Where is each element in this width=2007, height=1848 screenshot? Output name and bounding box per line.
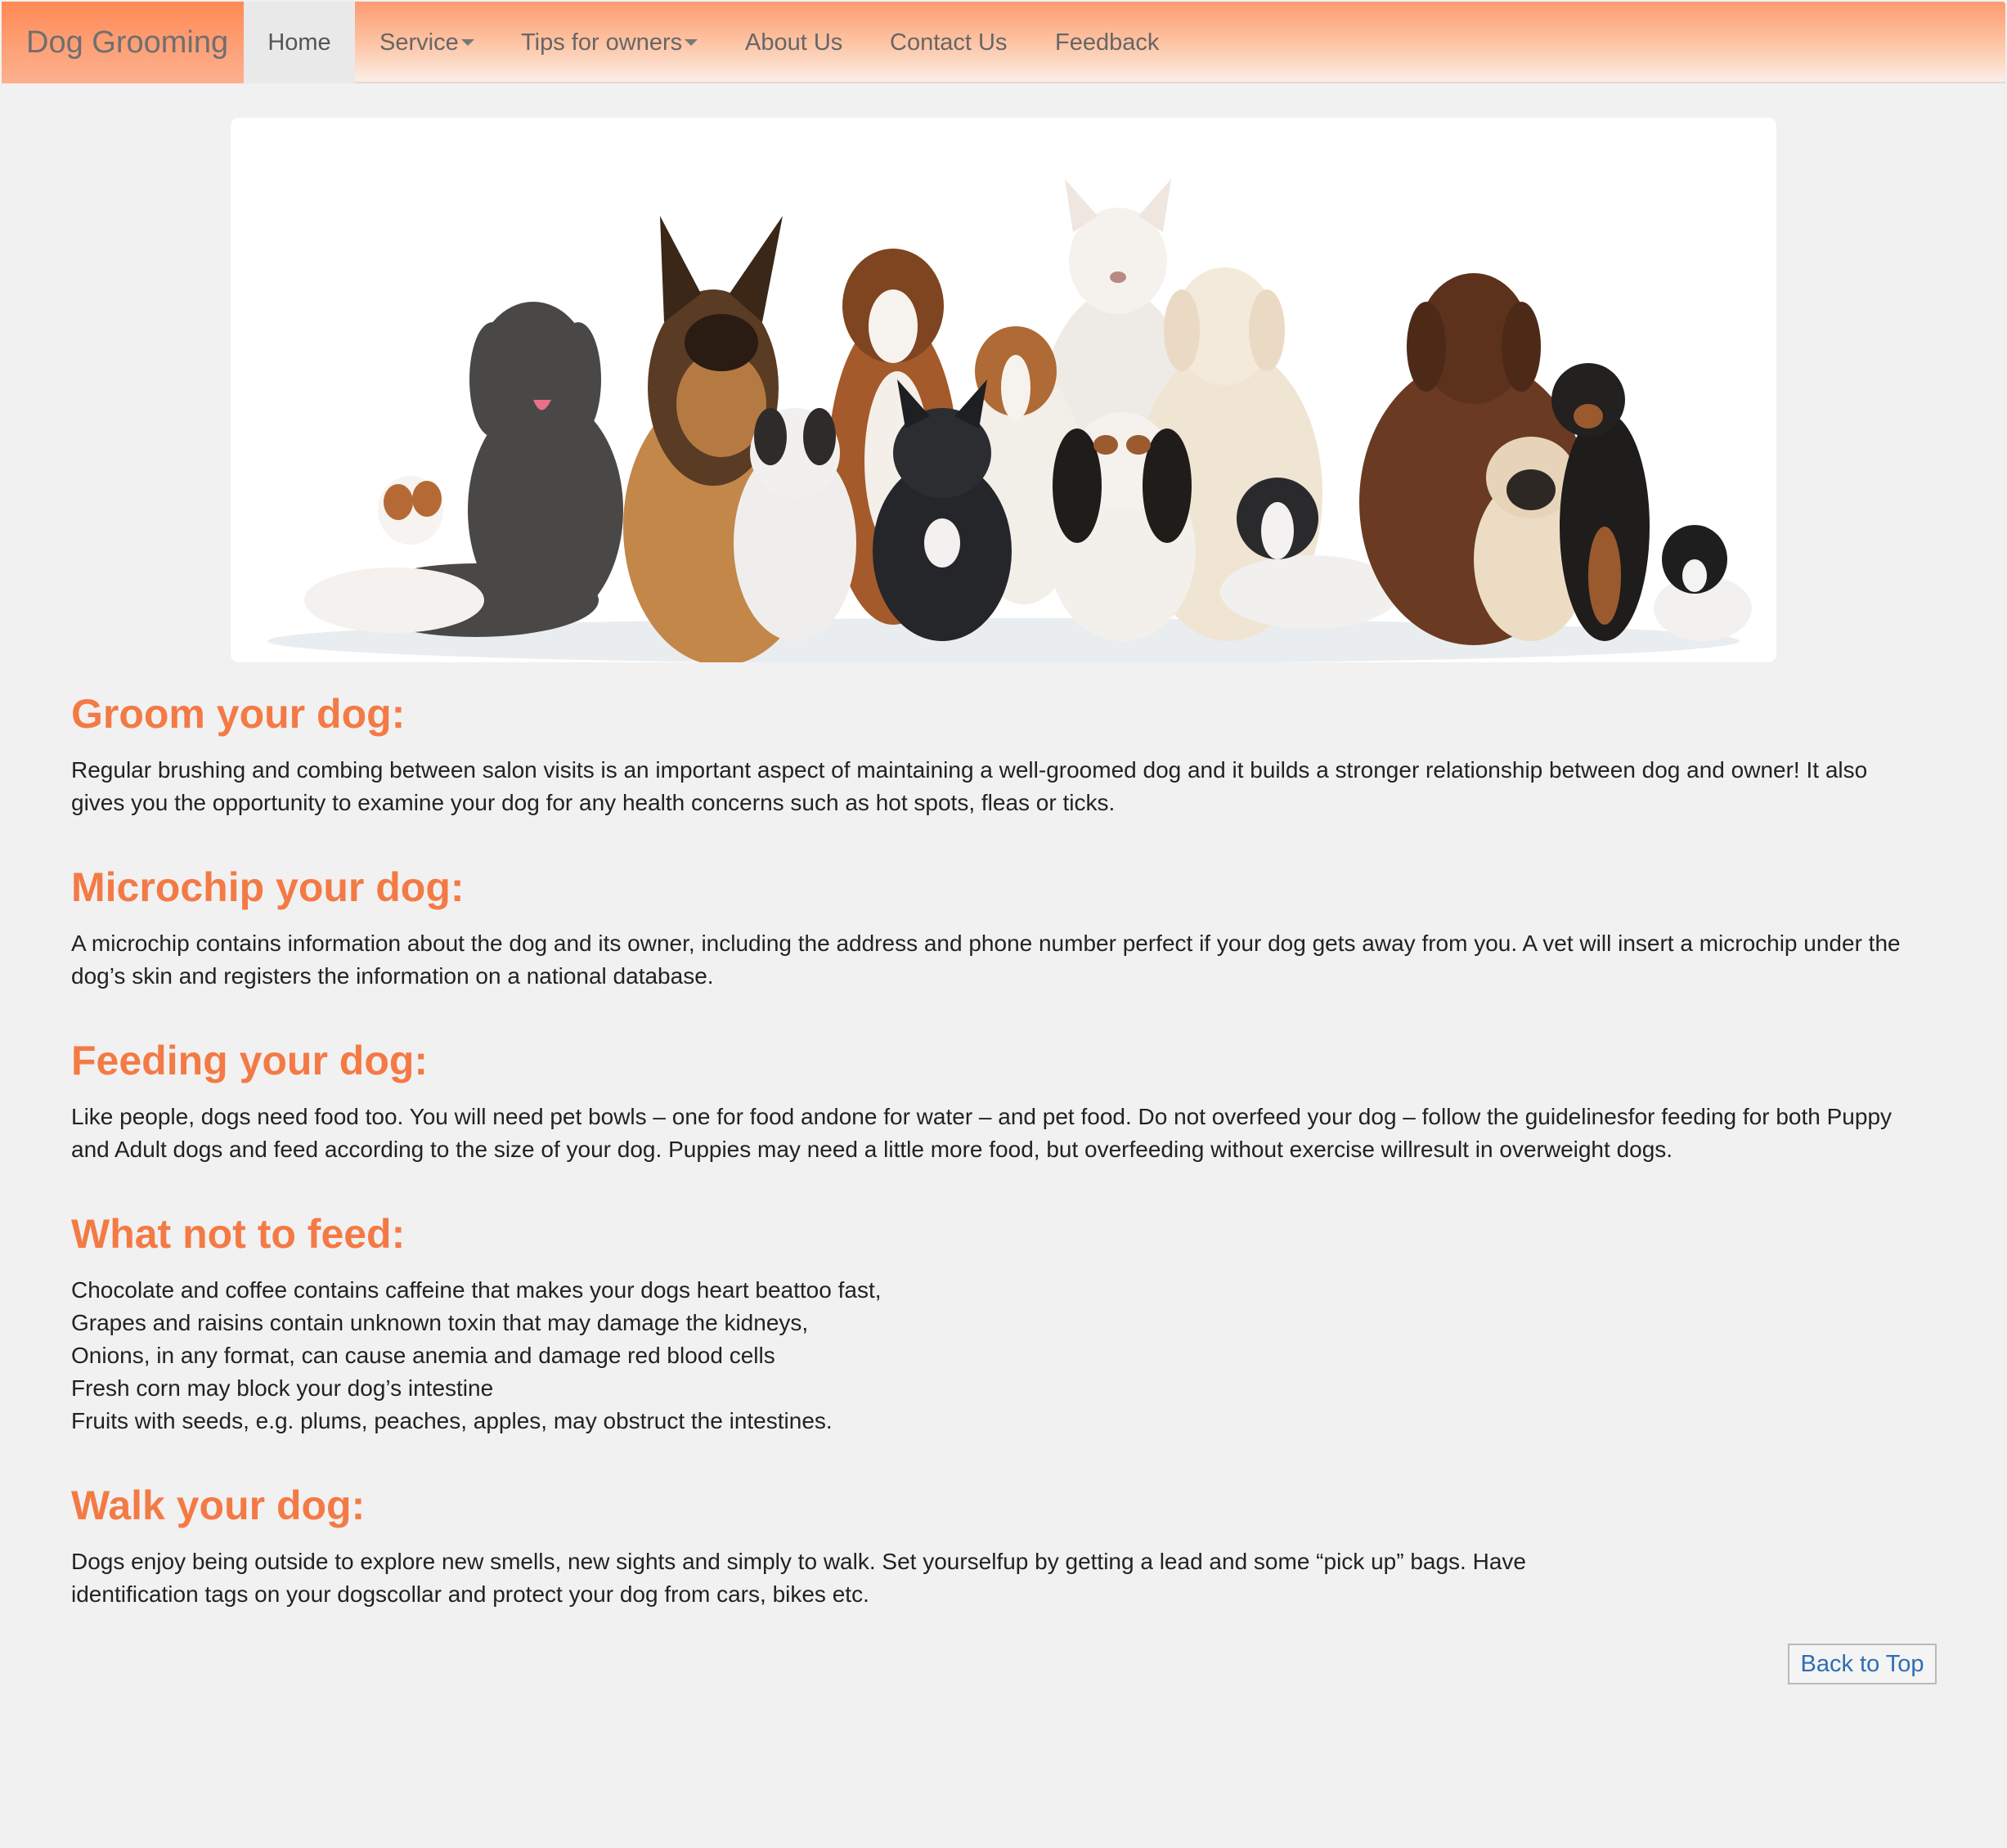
nav-home[interactable]: Home xyxy=(244,2,355,83)
section-title-what-not-to-feed: What not to feed: xyxy=(71,1211,406,1257)
text-line: and Adult dogs and feed according to the… xyxy=(71,1137,1673,1162)
text-line: Dogs enjoy being outside to explore new … xyxy=(71,1549,1526,1574)
section-title-microchip: Microchip your dog: xyxy=(71,864,465,910)
nav-service[interactable]: Service xyxy=(379,2,474,83)
nav-about-label: About Us xyxy=(745,29,843,56)
section-body-microchip: A microchip contains information about t… xyxy=(71,927,1960,993)
top-navbar: Dog Grooming Home Service Tips for owner… xyxy=(2,2,2005,83)
list-item: Fresh corn may block your dog’s intestin… xyxy=(71,1375,494,1401)
cavalier-dog xyxy=(1048,412,1196,641)
section-title-walk: Walk your dog: xyxy=(71,1482,366,1528)
list-item: Onions, in any format, can cause anemia … xyxy=(71,1343,775,1368)
text-line: Regular brushing and combing between sal… xyxy=(71,757,1868,783)
section-body-feeding: Like people, dogs need food too. You wil… xyxy=(71,1101,1960,1166)
nav-feedback[interactable]: Feedback xyxy=(1055,2,1159,83)
list-item: Fruits with seeds, e.g. plums, peaches, … xyxy=(71,1408,833,1433)
section-body-walk: Dogs enjoy being outside to explore new … xyxy=(71,1545,1960,1611)
nav-home-label: Home xyxy=(267,29,331,56)
list-item: Chocolate and coffee contains caffeine t… xyxy=(71,1277,882,1303)
dogs-illustration xyxy=(231,118,1776,662)
nav-feedback-label: Feedback xyxy=(1055,29,1160,56)
nav-tips-for-owners[interactable]: Tips for owners xyxy=(521,2,698,83)
section-body-groom: Regular brushing and combing between sal… xyxy=(71,754,1960,819)
brand-logo[interactable]: Dog Grooming xyxy=(2,2,244,83)
text-line: dog’s skin and registers the information… xyxy=(71,963,714,989)
text-line: A microchip contains information about t… xyxy=(71,931,1901,956)
text-line: identification tags on your dogscollar a… xyxy=(71,1581,869,1607)
nav-tips-label: Tips for owners xyxy=(521,29,683,56)
section-body-what-not-to-feed: Chocolate and coffee contains caffeine t… xyxy=(71,1274,1960,1438)
nav-contact-label: Contact Us xyxy=(890,29,1008,56)
nav-service-label: Service xyxy=(379,29,459,56)
nav-contact-us[interactable]: Contact Us xyxy=(890,2,1007,83)
caret-down-icon xyxy=(460,39,474,47)
french-bulldog-white xyxy=(734,408,856,641)
text-line: Like people, dogs need food too. You wil… xyxy=(71,1104,1893,1129)
back-to-top-button[interactable]: Back to Top xyxy=(1788,1644,1937,1684)
caret-down-icon xyxy=(685,39,698,47)
nav-about-us[interactable]: About Us xyxy=(745,2,842,83)
text-line: gives you the opportunity to examine you… xyxy=(71,790,1116,815)
section-title-feeding: Feeding your dog: xyxy=(71,1038,429,1083)
hero-dogs-image xyxy=(231,118,1776,662)
section-title-groom: Groom your dog: xyxy=(71,691,406,737)
list-item: Grapes and raisins contain unknown toxin… xyxy=(71,1310,809,1335)
